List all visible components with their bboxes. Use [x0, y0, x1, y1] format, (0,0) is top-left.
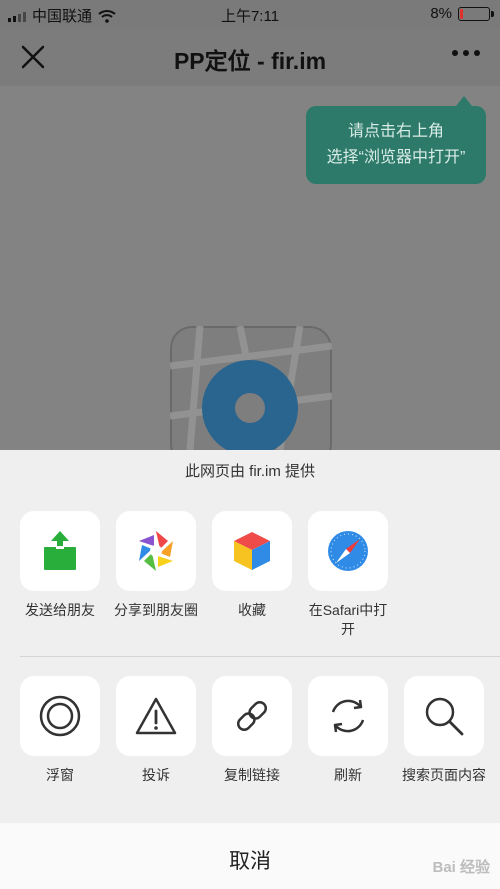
share-sheet: 此网页由 fir.im 提供 发送给朋友 分享到朋友圈 收藏 在Safari中打… [0, 450, 500, 889]
share-to-moments-label: 分享到朋友圈 [114, 602, 198, 618]
share-to-moments-button[interactable] [116, 511, 196, 591]
more-options-icon[interactable] [452, 50, 480, 56]
watermark: Bai 经验 [432, 859, 490, 876]
nav-bar: PP定位 - fir.im [0, 28, 500, 86]
complain-label: 投诉 [142, 767, 170, 783]
moments-aperture-icon [139, 531, 173, 571]
tooltip-line-2: 选择“浏览器中打开” [326, 149, 466, 166]
open-in-safari-label: 在Safari中打开 [308, 602, 388, 637]
float-window-icon [39, 695, 81, 737]
search-page-label: 搜索页面内容 [402, 767, 486, 783]
open-in-browser-tooltip: 请点击右上角 选择“浏览器中打开” [306, 96, 486, 184]
page-title: PP定位 - fir.im [173, 48, 327, 74]
status-time: 上午7:11 [220, 8, 280, 25]
send-to-friend-label: 发送给朋友 [25, 602, 95, 618]
battery-icon [458, 6, 494, 21]
link-icon [236, 700, 268, 732]
sheet-header: 此网页由 fir.im 提供 [185, 463, 315, 480]
tooltip-line-1: 请点击右上角 [347, 123, 444, 140]
warning-icon [135, 697, 177, 735]
refresh-label: 刷新 [334, 767, 362, 783]
status-bar: 中国联通 上午7:11 8% [0, 0, 500, 28]
favorite-label: 收藏 [238, 602, 266, 618]
status-right: 8% [430, 5, 494, 22]
favorite-button[interactable] [212, 511, 292, 591]
cancel-label: 取消 [229, 850, 271, 873]
favorite-cube-icon [234, 532, 270, 570]
share-upload-icon [44, 531, 76, 570]
cancel-button[interactable]: 取消 [0, 823, 500, 889]
safari-compass-icon [328, 531, 368, 571]
copy-link-label: 复制链接 [224, 767, 280, 783]
open-in-safari-button[interactable] [308, 511, 388, 591]
refresh-button[interactable] [308, 676, 388, 756]
app-icon [170, 326, 332, 450]
search-icon [425, 697, 464, 736]
float-window-label: 浮窗 [46, 767, 74, 783]
search-page-button[interactable] [404, 676, 484, 756]
send-to-friend-button[interactable] [20, 511, 100, 591]
complain-button[interactable] [116, 676, 196, 756]
float-window-button[interactable] [20, 676, 100, 756]
sheet-divider [20, 656, 500, 657]
copy-link-button[interactable] [212, 676, 292, 756]
battery-percent: 8% [430, 5, 452, 22]
refresh-icon [331, 699, 365, 733]
